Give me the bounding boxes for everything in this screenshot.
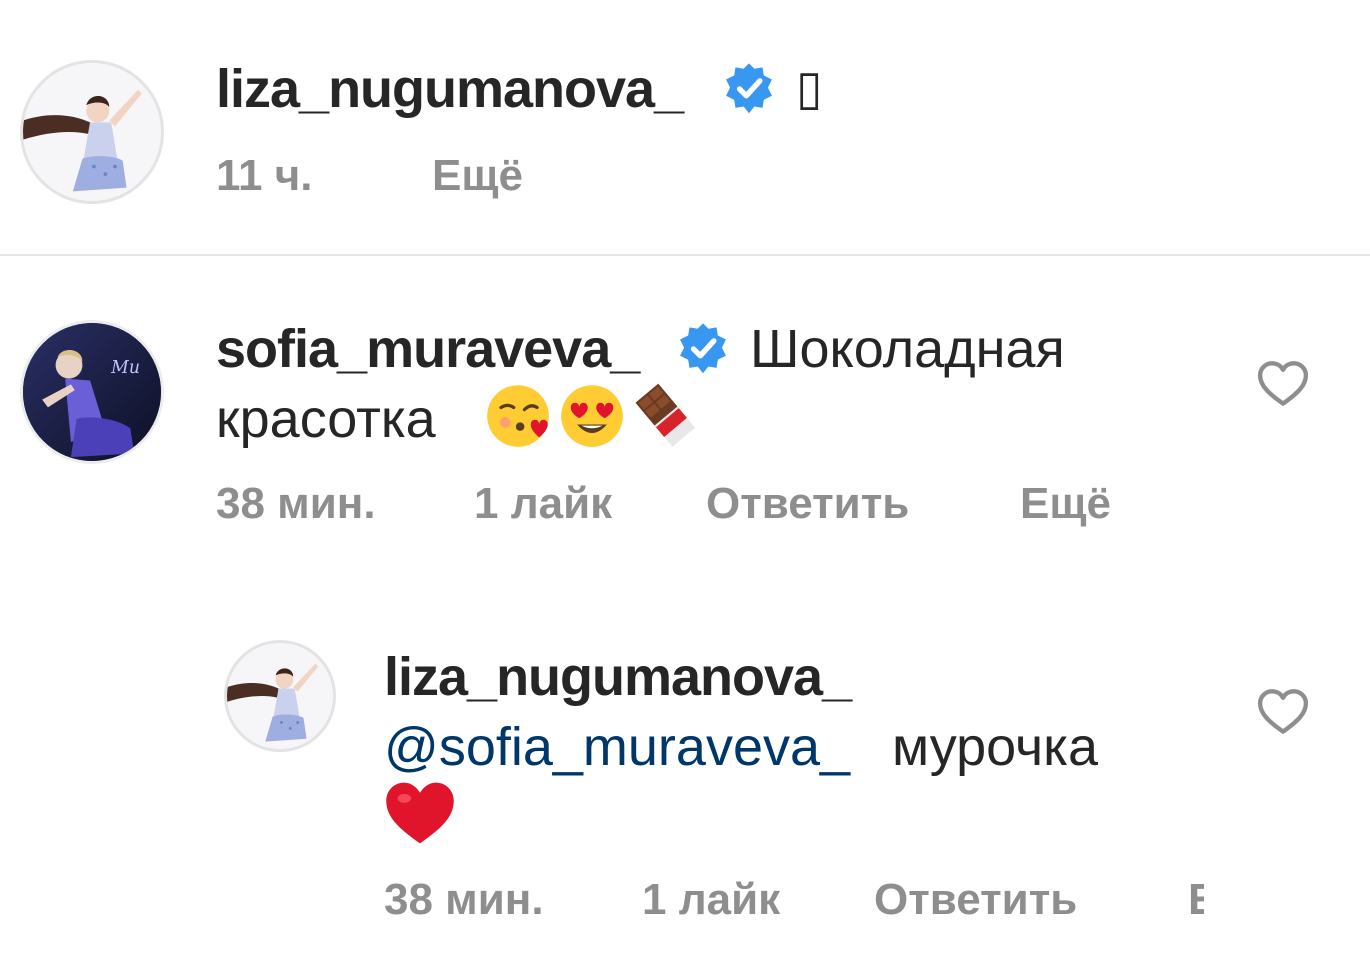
comment-reply-button[interactable]: Ответить <box>706 482 909 526</box>
caption-username[interactable]: liza_nugumanova_ <box>216 62 684 116</box>
comment-text-line1: Шоколадная <box>750 319 1065 379</box>
like-heart-icon[interactable] <box>1256 688 1310 736</box>
avatar-liza-caption[interactable] <box>20 60 164 204</box>
comment-time: 38 мин. <box>216 479 376 528</box>
reply-reply-button[interactable]: Ответить <box>874 878 1077 922</box>
heart-eyes-emoji <box>558 382 626 450</box>
reply-likes-link[interactable]: 1 лайк <box>642 878 780 922</box>
avatar-figure-skater-image <box>227 643 333 749</box>
like-heart-icon[interactable] <box>1256 360 1310 408</box>
reply-mention-link[interactable]: @sofia_muraveva_ <box>384 720 850 774</box>
reply-more-button[interactable]: Ещё <box>1188 878 1204 922</box>
avatar-sofia[interactable]: Mu <box>20 320 164 464</box>
caption-more-button[interactable]: Ещё <box>432 154 523 198</box>
verified-badge-icon <box>676 322 730 376</box>
chocolate-bar-emoji <box>632 382 700 450</box>
reply-text: мурочка <box>892 717 1098 777</box>
comment-likes-link[interactable]: 1 лайк <box>474 482 612 526</box>
comment-more-button[interactable]: Ещё <box>1020 482 1111 526</box>
comment-username[interactable]: sofia_muraveva_ <box>216 322 640 376</box>
avatar-figure-skater-image: Mu <box>23 323 161 461</box>
kissing-heart-emoji <box>484 382 552 450</box>
divider <box>0 254 1370 256</box>
reply-time: 38 мин. <box>384 875 544 924</box>
caption-time: 11 ч. <box>216 151 313 200</box>
svg-text:Mu: Mu <box>110 358 140 378</box>
caption-trailing-glyph: ▯ <box>796 60 823 116</box>
red-heart-emoji <box>384 780 456 846</box>
verified-badge-icon <box>722 62 776 116</box>
comment-text-line2: красотка <box>216 389 436 449</box>
reply-username[interactable]: liza_nugumanova_ <box>384 650 852 704</box>
avatar-liza-reply[interactable] <box>224 640 336 752</box>
avatar-figure-skater-image <box>23 63 161 201</box>
